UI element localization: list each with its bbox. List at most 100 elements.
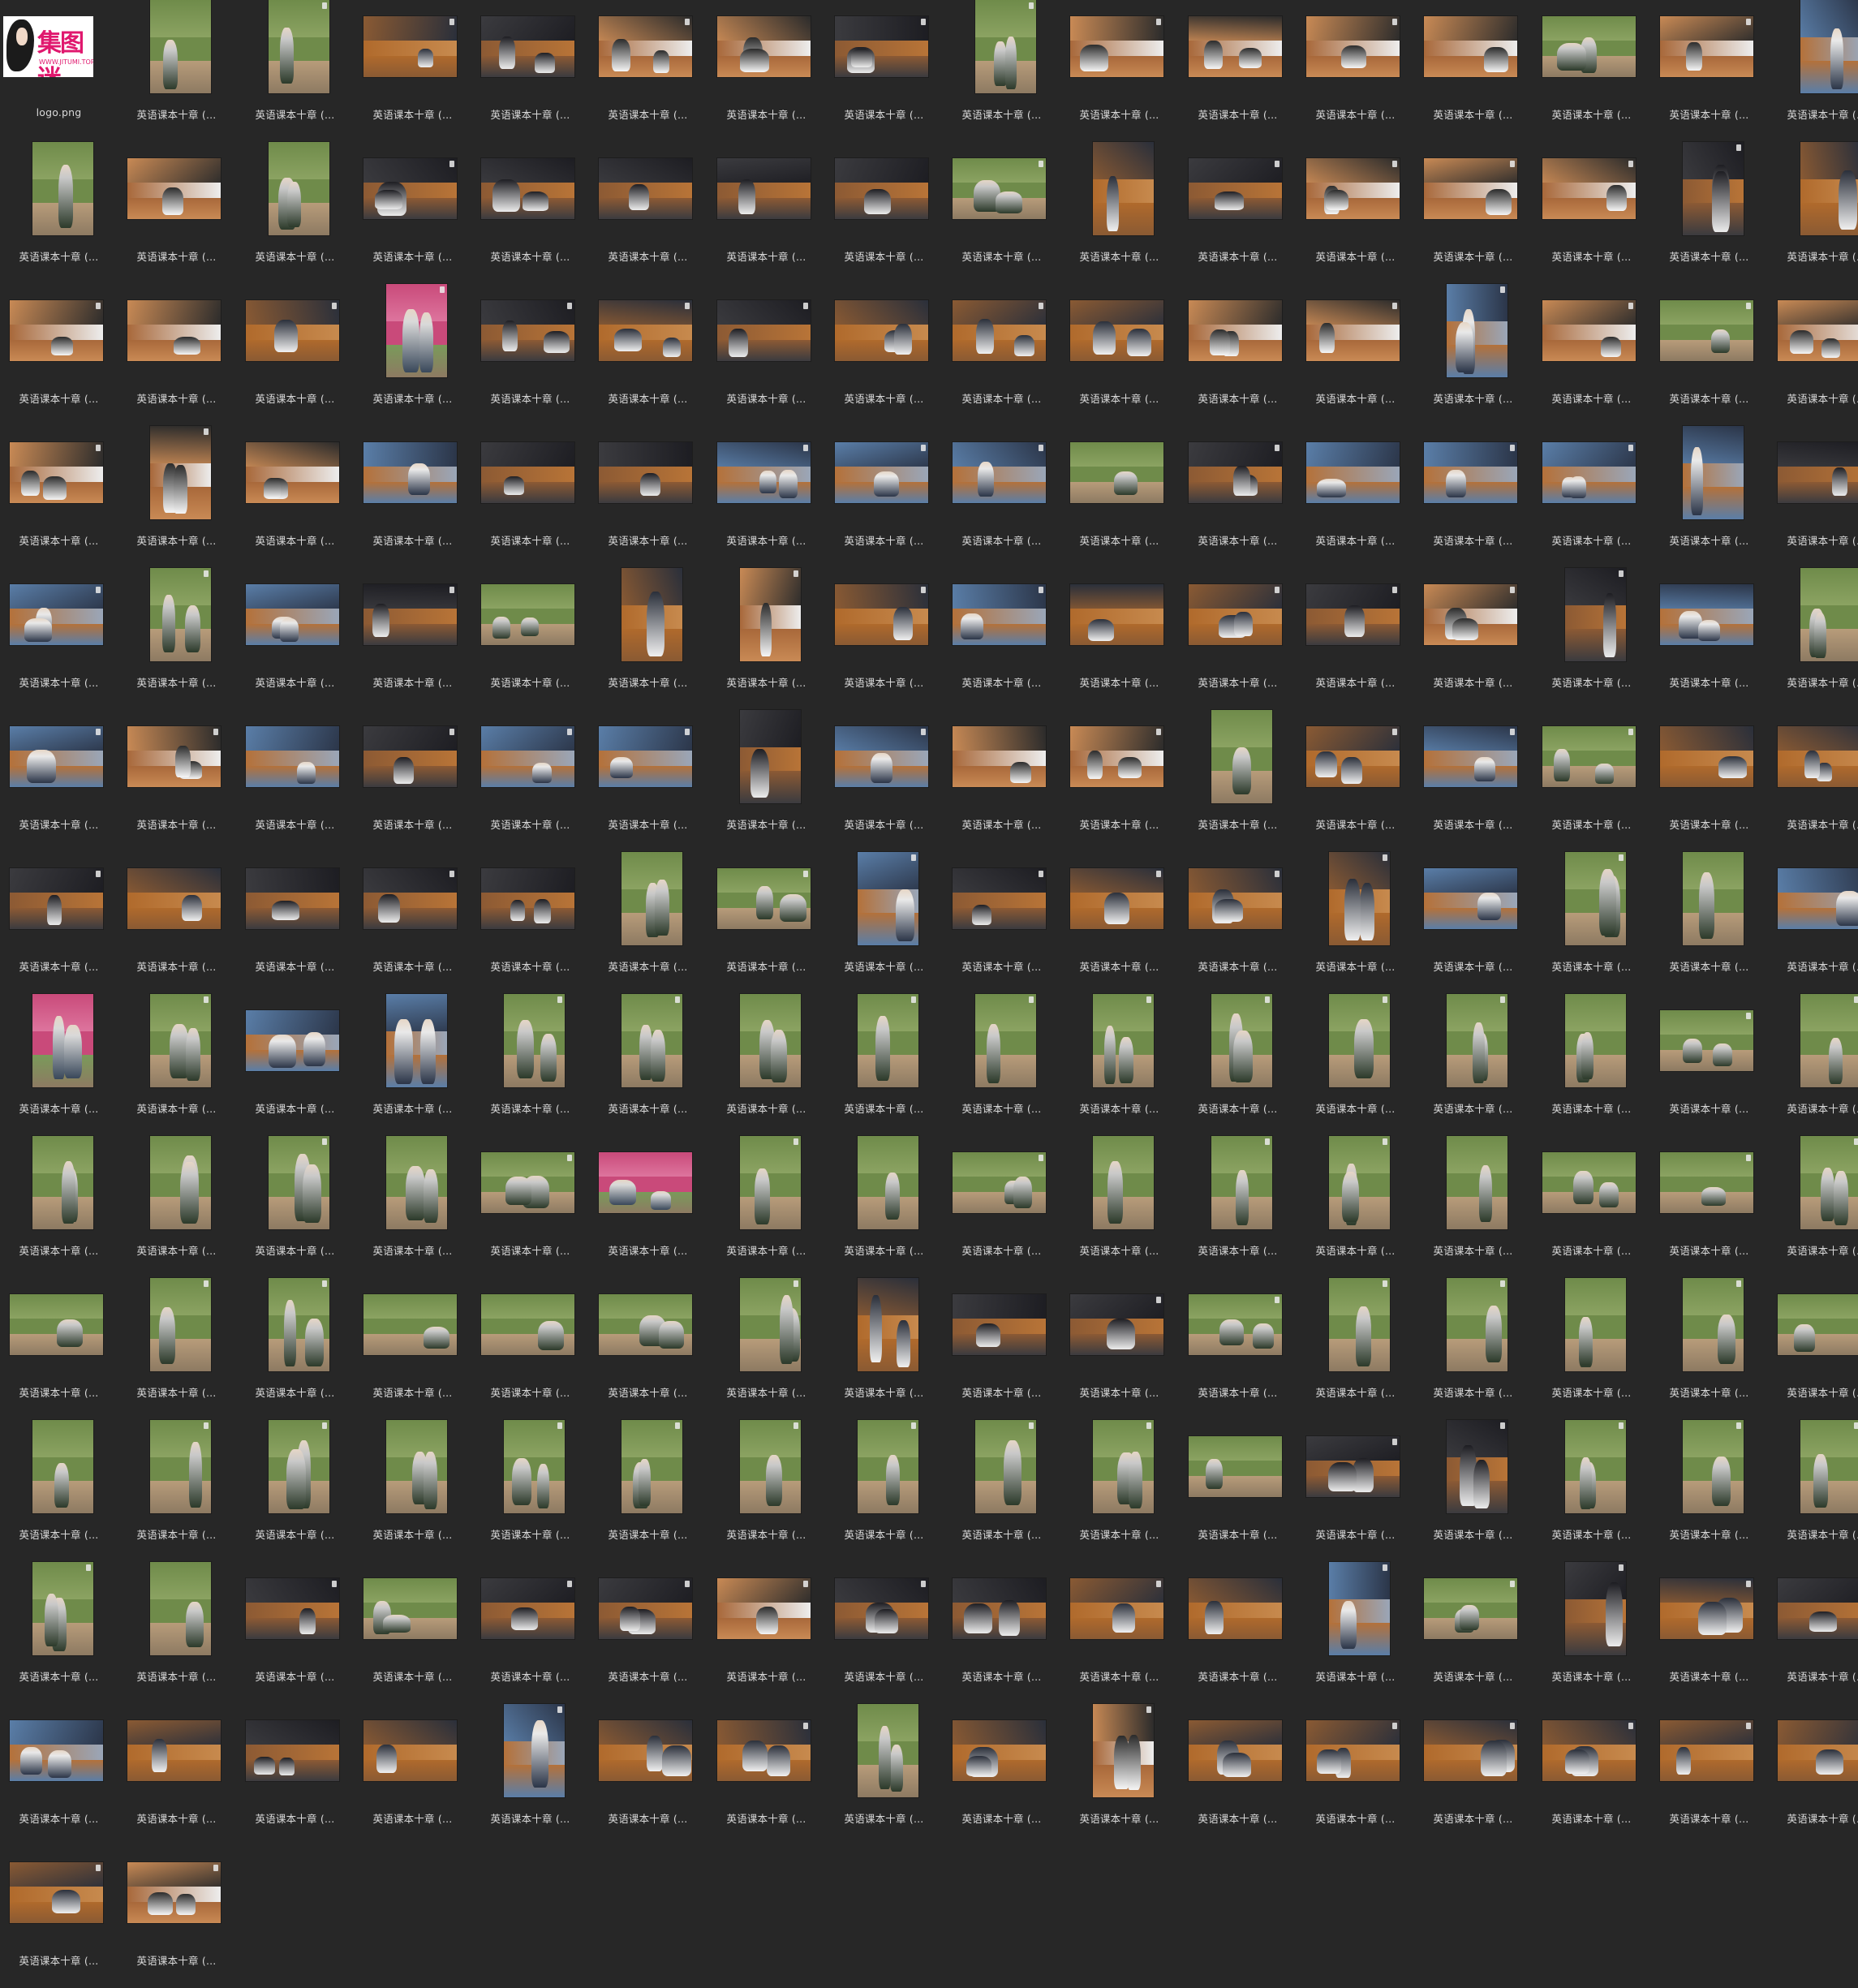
file-name[interactable]: 英语课本十章 (... (0, 1242, 118, 1258)
file-item[interactable]: 英语课本十章 (... (1297, 1278, 1414, 1420)
photo-thumbnail[interactable] (1297, 852, 1414, 949)
file-name[interactable]: 英语课本十章 (... (118, 1526, 235, 1542)
file-name[interactable]: 英语课本十章 (... (1768, 1100, 1858, 1116)
file-name[interactable]: 英语课本十章 (... (943, 1242, 1060, 1258)
photo-thumbnail[interactable] (236, 1562, 354, 1659)
file-item[interactable]: 英语课本十章 (... (471, 1704, 589, 1846)
file-item[interactable]: 英语课本十章 (... (1768, 568, 1858, 710)
file-name[interactable]: 英语课本十章 (... (118, 674, 235, 690)
file-name[interactable]: 英语课本十章 (... (1414, 532, 1532, 548)
file-item[interactable]: 英语课本十章 (... (1533, 0, 1650, 142)
file-name[interactable]: 英语课本十章 (... (471, 532, 589, 548)
file-item[interactable]: 英语课本十章 (... (236, 0, 354, 142)
photo-thumbnail[interactable] (1533, 710, 1650, 807)
file-name[interactable]: 英语课本十章 (... (1768, 1242, 1858, 1258)
photo-thumbnail[interactable] (1650, 1136, 1768, 1233)
file-name[interactable]: logo.png (0, 106, 118, 118)
file-item[interactable]: 英语课本十章 (... (825, 852, 943, 994)
file-name[interactable]: 英语课本十章 (... (1650, 1242, 1768, 1258)
file-item[interactable]: 英语课本十章 (... (825, 1704, 943, 1846)
file-name[interactable]: 英语课本十章 (... (1650, 816, 1768, 832)
photo-thumbnail[interactable] (589, 1562, 707, 1659)
file-name[interactable]: 英语课本十章 (... (1414, 1100, 1532, 1116)
photo-thumbnail[interactable] (589, 568, 707, 665)
photo-thumbnail[interactable] (1414, 1562, 1532, 1659)
file-item[interactable]: 英语课本十章 (... (943, 1278, 1060, 1420)
file-item[interactable]: 英语课本十章 (... (1650, 994, 1768, 1136)
file-item[interactable]: 英语课本十章 (... (1533, 568, 1650, 710)
photo-thumbnail[interactable] (1650, 994, 1768, 1091)
photo-thumbnail[interactable] (1650, 852, 1768, 949)
file-name[interactable]: 英语课本十章 (... (471, 106, 589, 122)
photo-thumbnail[interactable] (825, 994, 943, 1091)
file-name[interactable]: 英语课本十章 (... (825, 1242, 943, 1258)
file-name[interactable]: 英语课本十章 (... (1650, 674, 1768, 690)
file-name[interactable]: 英语课本十章 (... (1297, 958, 1414, 974)
file-name[interactable]: 英语课本十章 (... (236, 958, 354, 974)
file-name[interactable]: 英语课本十章 (... (1060, 390, 1178, 406)
file-name[interactable]: 英语课本十章 (... (1650, 1384, 1768, 1400)
file-item[interactable]: 英语课本十章 (... (471, 142, 589, 284)
file-item[interactable]: 英语课本十章 (... (1414, 1136, 1532, 1278)
photo-thumbnail[interactable] (118, 1846, 235, 1943)
file-name[interactable]: 英语课本十章 (... (1414, 1384, 1532, 1400)
photo-thumbnail[interactable] (1414, 852, 1532, 949)
file-item[interactable]: 英语课本十章 (... (354, 0, 471, 142)
file-item[interactable]: 英语课本十章 (... (1179, 426, 1297, 568)
file-name[interactable]: 英语课本十章 (... (589, 1526, 707, 1542)
photo-thumbnail[interactable] (118, 568, 235, 665)
file-item[interactable]: 英语课本十章 (... (1533, 852, 1650, 994)
file-name[interactable]: 英语课本十章 (... (0, 390, 118, 406)
file-item[interactable]: 英语课本十章 (... (1297, 710, 1414, 852)
file-item[interactable]: 英语课本十章 (... (589, 1136, 707, 1278)
photo-thumbnail[interactable] (354, 1704, 471, 1801)
photo-thumbnail[interactable] (1414, 1704, 1532, 1801)
file-item[interactable]: 英语课本十章 (... (118, 1846, 235, 1988)
file-name[interactable]: 英语课本十章 (... (708, 390, 825, 406)
file-name[interactable]: 英语课本十章 (... (1297, 1384, 1414, 1400)
file-item[interactable]: 英语课本十章 (... (1414, 1704, 1532, 1846)
file-item[interactable]: 英语课本十章 (... (471, 852, 589, 994)
logo-thumbnail[interactable]: 集图迷 WWW.JITUMI.TOP (0, 0, 118, 97)
photo-thumbnail[interactable] (1297, 568, 1414, 665)
file-name[interactable]: 英语课本十章 (... (708, 1810, 825, 1826)
file-item[interactable]: 英语课本十章 (... (589, 284, 707, 426)
file-name[interactable]: 英语课本十章 (... (354, 1526, 471, 1542)
file-name[interactable]: 英语课本十章 (... (1060, 674, 1178, 690)
photo-thumbnail[interactable] (471, 852, 589, 949)
file-name[interactable]: 英语课本十章 (... (1060, 1384, 1178, 1400)
file-name[interactable]: 英语课本十章 (... (943, 106, 1060, 122)
photo-thumbnail[interactable] (708, 426, 825, 523)
file-item[interactable]: 英语课本十章 (... (354, 142, 471, 284)
file-name[interactable]: 英语课本十章 (... (708, 958, 825, 974)
file-item[interactable]: 英语课本十章 (... (1060, 142, 1178, 284)
file-name[interactable]: 英语课本十章 (... (943, 674, 1060, 690)
file-name[interactable]: 英语课本十章 (... (825, 106, 943, 122)
file-item[interactable]: 英语课本十章 (... (825, 1420, 943, 1562)
file-item[interactable]: 英语课本十章 (... (471, 426, 589, 568)
photo-thumbnail[interactable] (589, 1136, 707, 1233)
photo-thumbnail[interactable] (589, 1420, 707, 1517)
file-item[interactable]: 英语课本十章 (... (118, 1278, 235, 1420)
file-item[interactable]: 英语课本十章 (... (589, 426, 707, 568)
file-name[interactable]: 英语课本十章 (... (0, 958, 118, 974)
file-name[interactable]: 英语课本十章 (... (1060, 106, 1178, 122)
photo-thumbnail[interactable] (354, 0, 471, 97)
file-item[interactable]: 英语课本十章 (... (354, 1136, 471, 1278)
photo-thumbnail[interactable] (0, 142, 118, 239)
file-name[interactable]: 英语课本十章 (... (825, 1668, 943, 1684)
file-name[interactable]: 英语课本十章 (... (118, 958, 235, 974)
file-item[interactable]: 英语课本十章 (... (1414, 1420, 1532, 1562)
photo-thumbnail[interactable] (1297, 1704, 1414, 1801)
file-item[interactable]: 英语课本十章 (... (1768, 284, 1858, 426)
file-item[interactable]: 英语课本十章 (... (1179, 0, 1297, 142)
file-item[interactable]: 英语课本十章 (... (1297, 568, 1414, 710)
file-name[interactable]: 英语课本十章 (... (1650, 1668, 1768, 1684)
photo-thumbnail[interactable] (118, 710, 235, 807)
file-name[interactable]: 英语课本十章 (... (118, 1668, 235, 1684)
photo-thumbnail[interactable] (236, 284, 354, 381)
photo-thumbnail[interactable] (1650, 426, 1768, 523)
photo-thumbnail[interactable] (1060, 284, 1178, 381)
photo-thumbnail[interactable] (471, 284, 589, 381)
file-name[interactable]: 英语课本十章 (... (825, 248, 943, 264)
